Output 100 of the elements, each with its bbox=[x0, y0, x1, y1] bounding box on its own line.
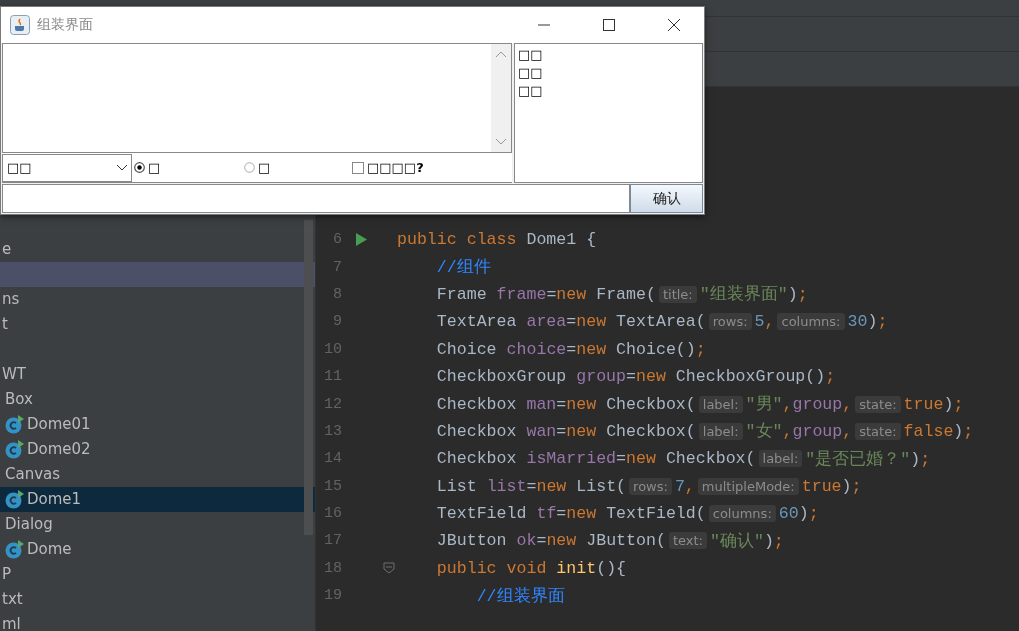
code-text: public void init(){ bbox=[435, 558, 627, 578]
class-icon bbox=[5, 415, 24, 434]
text-field[interactable] bbox=[2, 184, 630, 213]
tree-item-label: Dome bbox=[27, 539, 72, 560]
tree-row[interactable]: Canvas bbox=[0, 462, 315, 487]
line-number: 14 bbox=[323, 450, 342, 468]
inlay-hint: title: bbox=[658, 285, 697, 303]
dropdown[interactable]: □□ bbox=[2, 153, 132, 182]
fold-icon[interactable] bbox=[382, 562, 395, 575]
tree-item-label: Dome1 bbox=[27, 489, 82, 510]
inlay-hint: text: bbox=[668, 532, 707, 550]
code-text: "女",group, bbox=[745, 421, 853, 443]
class-icon bbox=[5, 440, 24, 459]
line-number: 8 bbox=[332, 285, 342, 303]
tree-item-label: Dialog bbox=[5, 514, 53, 535]
code-text: true); bbox=[801, 476, 862, 496]
tree-row[interactable]: Box bbox=[0, 387, 315, 412]
tree-item-label: Dome02 bbox=[27, 439, 91, 460]
tree-row[interactable]: WT bbox=[0, 362, 315, 387]
scrollbar[interactable] bbox=[304, 220, 313, 535]
line-number: 6 bbox=[332, 231, 342, 249]
tree-row[interactable]: Dialog bbox=[0, 512, 315, 537]
text-area[interactable] bbox=[2, 43, 512, 153]
confirm-button[interactable]: 确认 bbox=[630, 184, 703, 213]
window-title: 组装界面 bbox=[37, 16, 93, 34]
tree-row[interactable]: ml bbox=[0, 612, 315, 631]
tree-row[interactable]: txt bbox=[0, 587, 315, 612]
tree-item-label: Dome01 bbox=[27, 414, 91, 435]
line-number: 15 bbox=[323, 477, 342, 495]
code-text: true); bbox=[903, 394, 964, 414]
inlay-hint: rows: bbox=[629, 477, 672, 495]
line-number: 9 bbox=[332, 313, 342, 331]
list-box[interactable]: □□ □□ □□ bbox=[514, 43, 703, 183]
chevron-down-icon[interactable] bbox=[495, 138, 507, 146]
code-text: "男",group, bbox=[745, 394, 853, 416]
code-text: TextField tf=new TextField( bbox=[435, 504, 706, 524]
line-number: 12 bbox=[323, 395, 342, 413]
list-item[interactable]: □□ bbox=[518, 64, 699, 82]
list-item[interactable]: □□ bbox=[518, 46, 699, 64]
code-text: Frame frame=new Frame( bbox=[435, 284, 656, 304]
code-text: List list=new List( bbox=[435, 476, 627, 496]
radio-button[interactable] bbox=[134, 162, 145, 173]
radio-label: □ bbox=[148, 160, 161, 175]
class-icon bbox=[5, 540, 24, 559]
code-text: JButton ok=new JButton( bbox=[435, 531, 666, 551]
code-text: Checkbox wan=new Checkbox( bbox=[435, 421, 696, 441]
checkbox[interactable] bbox=[352, 161, 364, 174]
code-text: Checkbox isMarried=new Checkbox( bbox=[435, 449, 756, 469]
caret-icon bbox=[116, 163, 128, 172]
code-text: Checkbox man=new Checkbox( bbox=[435, 394, 696, 414]
code-text: 5, bbox=[754, 312, 775, 332]
code-text: "确认"); bbox=[709, 531, 784, 552]
line-number: 17 bbox=[323, 532, 342, 550]
inlay-hint: label: bbox=[698, 395, 743, 413]
coffee-cup-icon bbox=[10, 15, 30, 35]
code-text: "组装界面"); bbox=[699, 284, 808, 306]
tree-row[interactable]: P bbox=[0, 562, 315, 587]
tree-row[interactable]: ns bbox=[0, 287, 315, 312]
inlay-hint: state: bbox=[855, 422, 901, 440]
scrollbar[interactable] bbox=[491, 44, 511, 152]
checkbox-label: □□□□? bbox=[367, 160, 424, 175]
line-number: 18 bbox=[323, 559, 342, 577]
inlay-hint: multipleMode: bbox=[697, 477, 799, 495]
tree-item-label: t bbox=[2, 314, 8, 335]
tree-item-label: Canvas bbox=[5, 464, 61, 485]
code-text: "是否已婚？"); bbox=[805, 448, 931, 470]
radio-label: □ bbox=[258, 160, 271, 175]
code-text: TextArea area=new TextArea( bbox=[435, 312, 706, 332]
inlay-hint: rows: bbox=[708, 313, 752, 331]
tree-item-label: txt bbox=[2, 589, 23, 610]
radio-button[interactable] bbox=[244, 162, 255, 173]
tree-row[interactable]: Dome bbox=[0, 537, 315, 562]
line-number: 10 bbox=[323, 340, 342, 358]
code-text: false); bbox=[903, 421, 974, 441]
line-number: 11 bbox=[323, 368, 342, 386]
inlay-hint: state: bbox=[855, 395, 901, 413]
tree-row[interactable]: Dome01 bbox=[0, 412, 315, 437]
code-text: 7, bbox=[674, 476, 695, 496]
chevron-up-icon[interactable] bbox=[495, 50, 507, 58]
code-text: Choice choice=new Choice(); bbox=[435, 339, 706, 359]
line-number: 19 bbox=[323, 587, 342, 605]
run-icon[interactable] bbox=[355, 233, 367, 247]
list-item[interactable]: □□ bbox=[518, 82, 699, 100]
maximize-icon[interactable] bbox=[602, 18, 616, 32]
tree-row[interactable]: Dome1 bbox=[0, 487, 315, 512]
line-number: 13 bbox=[323, 422, 342, 440]
code-text: CheckboxGroup group=new CheckboxGroup(); bbox=[435, 367, 836, 387]
tree-row[interactable]: e bbox=[0, 237, 315, 262]
code-text: 60); bbox=[778, 504, 819, 524]
inlay-hint: label: bbox=[758, 450, 803, 468]
inlay-hint: columns: bbox=[708, 505, 776, 523]
tree-item-label: ns bbox=[2, 289, 20, 310]
tree-row[interactable]: Dome02 bbox=[0, 437, 315, 462]
tree-item-label: WT bbox=[2, 364, 26, 385]
tree-item-label: e bbox=[2, 239, 12, 260]
tree-row[interactable]: t bbox=[0, 312, 315, 337]
close-icon[interactable] bbox=[667, 18, 681, 32]
code-text: //组件 bbox=[435, 257, 491, 279]
tree-item-label: P bbox=[2, 564, 12, 585]
line-number: 7 bbox=[332, 258, 342, 276]
